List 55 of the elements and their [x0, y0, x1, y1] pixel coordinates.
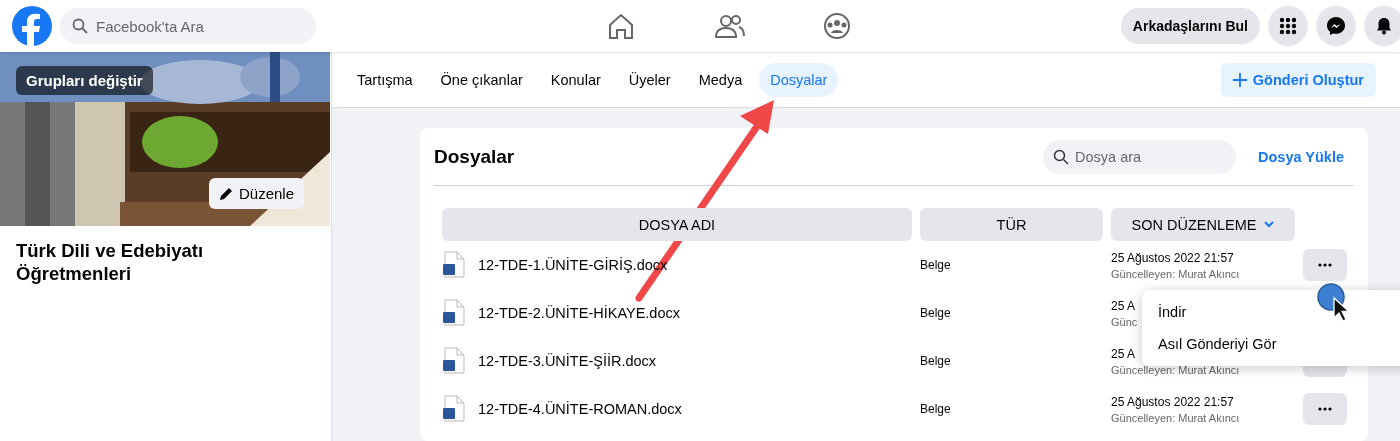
search-icon [1053, 148, 1069, 165]
file-name[interactable]: 12-TDE-4.ÜNİTE-ROMAN.docx [478, 401, 682, 417]
modified-date: 25 A [1111, 298, 1136, 313]
menu-item[interactable]: Asıl Gönderiyi Gör [1142, 328, 1293, 360]
tab[interactable]: Öne çıkanlar [429, 62, 534, 97]
file-type: Belge [920, 402, 952, 416]
tab[interactable]: Dosyalar [759, 62, 839, 97]
switch-groups-button[interactable]: Grupları değiştir [16, 66, 153, 95]
file-name[interactable]: 12-TDE-2.ÜNİTE-HİKAYE.docx [478, 305, 680, 321]
messenger-button[interactable] [1316, 6, 1356, 46]
file-type: Belge [920, 258, 952, 272]
pencil-icon [219, 186, 233, 201]
modified-date: 25 A [1111, 346, 1136, 361]
file-name[interactable]: 12-TDE-3.ÜNİTE-ŞİİR.docx [478, 353, 657, 369]
updated-by: Güncelleyen: Murat Akıncı [1111, 411, 1240, 424]
search-field[interactable]: Facebook'ta Ara [60, 8, 316, 44]
more-icon [1318, 407, 1332, 411]
more-icon [1318, 263, 1332, 267]
word-document-icon [442, 251, 466, 279]
updated-by: Güncelleyen: Murat Akıncı [1111, 267, 1240, 280]
plus-icon [1232, 72, 1247, 87]
edit-button[interactable]: Düzenle [209, 178, 305, 209]
grid-icon [1279, 17, 1297, 35]
group-name: Türk Dili ve Edebiyatı Öğretmenleri [15, 239, 205, 286]
menu-item[interactable]: İndir [1142, 296, 1203, 328]
find-friends-button[interactable]: Arkadaşlarını Bul [1120, 8, 1260, 44]
upload-link[interactable]: Dosya Yükle [1258, 148, 1344, 165]
modified-date: 25 Ağustos 2022 21:57 [1111, 250, 1234, 265]
bell-icon [1375, 17, 1393, 35]
tab[interactable]: Üyeler [617, 62, 682, 97]
tab[interactable]: Tartışma [346, 62, 424, 97]
tab[interactable]: Konular [539, 62, 612, 97]
tab[interactable]: Medya [687, 62, 754, 97]
file-search-field[interactable]: Dosya ara [1043, 139, 1236, 174]
column-header[interactable]: SON DÜZENLEME [1111, 208, 1295, 241]
create-post-button[interactable]: Gönderi Oluştur [1220, 62, 1376, 97]
more-button[interactable] [1303, 249, 1347, 281]
updated-by: Günc [1111, 315, 1138, 328]
updated-by: Güncelleyen: Murat Akıncı [1111, 363, 1240, 376]
messenger-icon [1326, 16, 1346, 36]
column-header[interactable]: DOSYA ADI [442, 208, 912, 241]
file-type: Belge [920, 354, 952, 368]
word-document-icon [442, 395, 466, 423]
more-button[interactable] [1303, 393, 1347, 425]
modified-date: 25 Ağustos 2022 21:57 [1111, 394, 1234, 409]
logo-icon[interactable] [12, 6, 52, 46]
search-icon [72, 18, 88, 34]
file-type: Belge [920, 306, 952, 320]
chevron-down-icon [1264, 221, 1275, 228]
word-document-icon [442, 347, 466, 375]
card-title: Dosyalar [434, 145, 516, 168]
column-header[interactable]: TÜR [920, 208, 1103, 241]
menu-button[interactable] [1268, 6, 1308, 46]
word-document-icon [442, 299, 466, 327]
notifications-button[interactable] [1364, 6, 1400, 46]
